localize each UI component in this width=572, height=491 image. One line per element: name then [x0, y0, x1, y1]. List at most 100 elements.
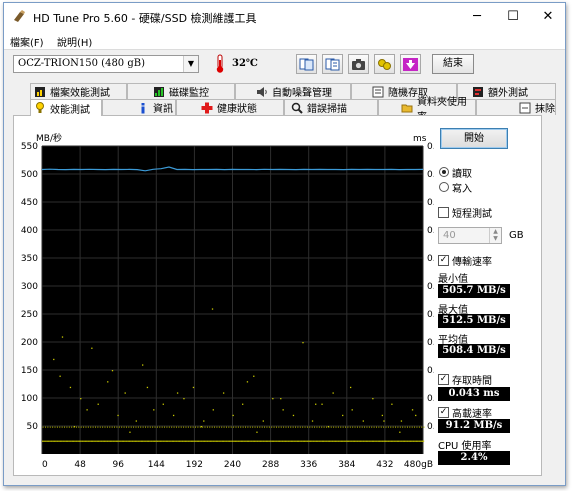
access-time-point [346, 440, 348, 442]
access-time-point [224, 440, 226, 442]
menu-file[interactable]: 檔案(F) [10, 34, 44, 49]
read-radio-label: 讀取 [452, 168, 472, 180]
access-time-point [164, 440, 166, 442]
access-time-point [317, 440, 319, 442]
access-time-point [256, 426, 258, 428]
screenshot-button[interactable] [348, 54, 369, 74]
access-time-point [159, 440, 162, 442]
copy-text-button[interactable] [322, 54, 343, 74]
tab-disk-monitor[interactable]: 磁碟監控 [127, 83, 235, 99]
access-time-point [52, 440, 54, 442]
x-tick-label: 384 [338, 460, 355, 470]
save-button[interactable] [400, 54, 421, 74]
access-time-point [406, 440, 408, 442]
access-time-point [296, 440, 298, 442]
access-time-point [155, 440, 157, 442]
access-time-point [109, 440, 112, 442]
read-radio[interactable]: 讀取 [439, 165, 529, 180]
maximize-button[interactable]: ☐ [495, 3, 531, 30]
radio-dot-selected [439, 167, 449, 177]
access-time-point [43, 440, 45, 442]
access-time-point [321, 403, 323, 405]
access-time-point [351, 440, 353, 442]
access-time-point [212, 440, 214, 442]
access-time-point [187, 426, 189, 428]
access-time-point [342, 426, 344, 428]
access-time-point [242, 426, 244, 428]
access-time-checkbox[interactable]: ✓ 存取時間 [438, 372, 492, 387]
access-time-point [203, 420, 205, 422]
access-time-point [299, 426, 301, 428]
access-time-point [121, 440, 123, 442]
drive-select[interactable]: OCZ-TRION150 (480 gB) ▼ [13, 55, 199, 73]
access-time-point [383, 440, 385, 442]
access-time-point [289, 440, 291, 442]
tab-info[interactable]: 資訊 [102, 99, 176, 115]
access-time-point [327, 426, 330, 428]
access-time-point [54, 426, 56, 428]
access-time-point [227, 440, 229, 442]
access-time-point [252, 426, 254, 428]
options-button[interactable] [374, 54, 395, 74]
access-time-point [163, 440, 165, 442]
access-time-point [69, 440, 71, 442]
access-time-point [309, 440, 312, 442]
tab-folder-usage[interactable]: 資料夾使用率 [378, 97, 476, 123]
access-time-point [242, 440, 244, 442]
copy-info-button[interactable] [296, 54, 317, 74]
access-time-point [265, 440, 268, 442]
access-time-point [312, 440, 314, 442]
tab-file-benchmark[interactable]: 檔案效能測試 [30, 83, 127, 99]
access-time-point [376, 440, 378, 442]
menu-bar: 檔案(F) 說明(H) [4, 30, 565, 50]
access-time-point [387, 426, 389, 428]
access-time-point [180, 426, 182, 428]
chevron-down-icon: ▼ [183, 56, 198, 72]
access-time-point [89, 440, 91, 442]
access-time-point [80, 426, 82, 428]
start-button[interactable]: 開始 [440, 128, 508, 149]
min-value: 505.7 MB/s [438, 284, 510, 298]
access-time-point [314, 440, 316, 442]
app-window: HD Tune Pro 5.60 - 硬碟/SSD 檢測維護工具 ─ ☐ ✕ 檔… [3, 2, 566, 486]
access-time-point [330, 440, 332, 442]
access-time-point [138, 440, 140, 442]
access-time-point [94, 426, 96, 428]
transfer-rate-checkbox[interactable]: ✓ 傳輸速率 [438, 253, 492, 268]
access-time-point [278, 426, 280, 428]
access-time-point [273, 426, 275, 428]
access-time-point [204, 426, 206, 428]
test-size-input[interactable]: 40 ▲ ▼ [438, 227, 502, 244]
cpu-usage-value: 2.4% [438, 451, 510, 465]
write-radio[interactable]: 寫入 [439, 180, 529, 195]
burst-rate-checkbox[interactable]: ✓ 高載速率 [438, 405, 492, 420]
test-size-value: 40 [443, 230, 456, 241]
menu-help[interactable]: 說明(H) [57, 34, 92, 49]
access-time-point [121, 426, 123, 428]
minimize-button[interactable]: ─ [459, 3, 495, 30]
tab-erase[interactable]: 抹除 [476, 99, 556, 115]
tab-error-scan[interactable]: 錯誤掃描 [284, 99, 378, 115]
access-time-point [404, 426, 406, 428]
tab-benchmark[interactable]: 效能測試 [30, 99, 102, 116]
tab-health[interactable]: 健康狀態 [176, 99, 284, 115]
exit-button[interactable]: 結束 [432, 54, 474, 74]
access-time-point [408, 440, 410, 442]
access-time-point [405, 440, 407, 442]
access-time-point [318, 426, 320, 428]
access-time-point [67, 440, 69, 442]
access-time-point [92, 440, 94, 442]
tab-error-scan-label: 錯誤掃描 [307, 104, 347, 115]
access-time-point [214, 426, 216, 428]
short-test-checkbox[interactable]: 短程測試 [438, 205, 492, 220]
access-time-point [362, 440, 364, 442]
access-time-point [419, 440, 421, 442]
access-time-point [269, 440, 271, 442]
access-time-point [357, 440, 359, 442]
close-button[interactable]: ✕ [530, 3, 566, 30]
access-time-point [221, 426, 223, 428]
access-time-point [276, 440, 278, 442]
tab-noise-management[interactable]: 自動噪聲管理 [235, 83, 351, 99]
burst-rate-value: 91.2 MB/s [438, 419, 510, 433]
access-time-point [320, 440, 322, 442]
